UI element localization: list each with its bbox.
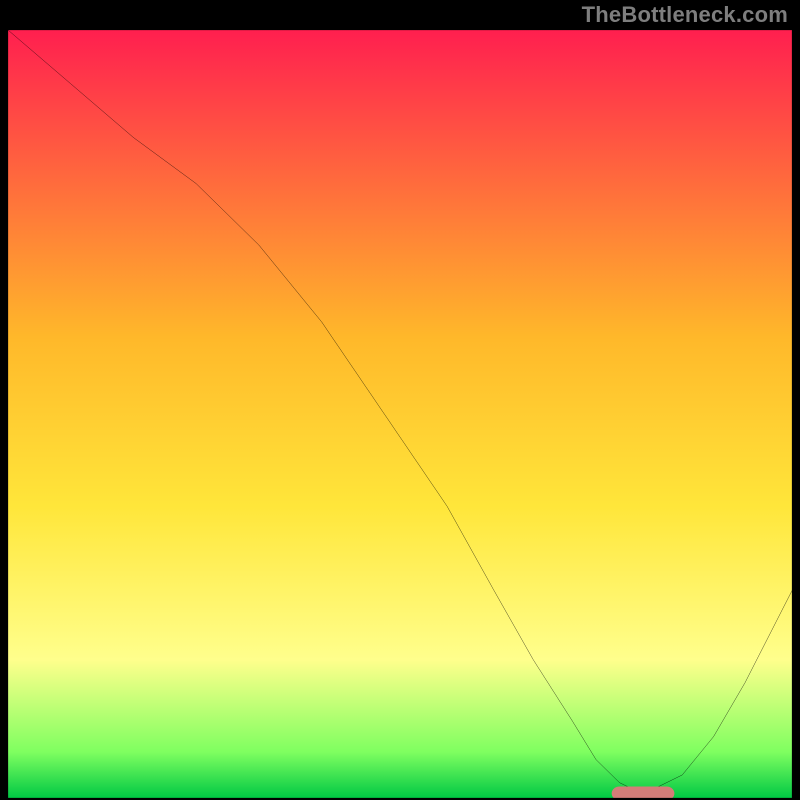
site-watermark: TheBottleneck.com	[582, 2, 788, 28]
gradient-background	[8, 30, 792, 798]
chart-stage: TheBottleneck.com	[0, 0, 800, 800]
minimum-marker	[612, 786, 675, 798]
chart-svg	[8, 30, 792, 798]
